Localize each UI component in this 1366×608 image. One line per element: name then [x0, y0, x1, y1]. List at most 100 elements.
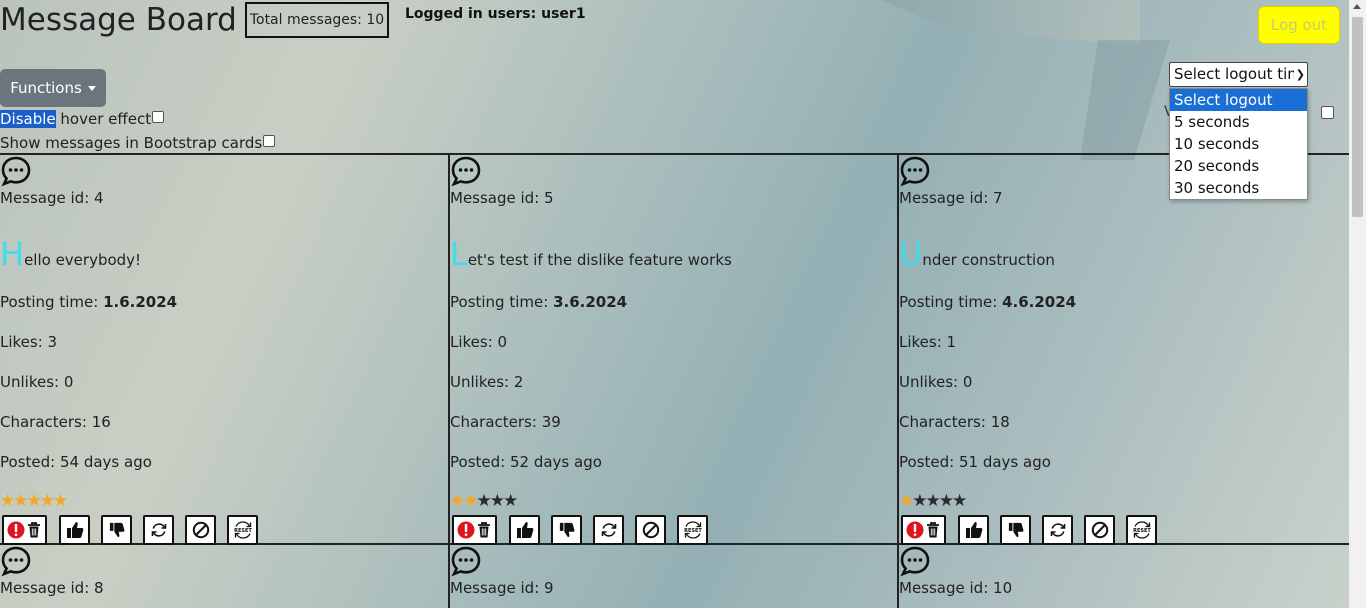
refresh-button[interactable] [593, 515, 624, 545]
message-first-letter: H [0, 235, 25, 273]
logout-time-dropdown: Select logout time 5 seconds 10 seconds … [1169, 88, 1308, 200]
report-delete-icon [905, 520, 943, 540]
logout-time-select-value: Select logout tim [1174, 65, 1302, 83]
background-decoration [880, 0, 1140, 45]
disable-hover-option: Disable hover effect [0, 110, 165, 128]
report-delete-button[interactable] [901, 515, 946, 545]
unlikes-count-value: 2 [513, 373, 524, 391]
block-icon [1091, 521, 1109, 539]
message-body: et's test if the dislike feature works [467, 251, 732, 269]
dislike-button[interactable] [101, 515, 132, 545]
block-icon [192, 521, 210, 539]
thumbs-down-icon [1008, 522, 1024, 538]
dropdown-option[interactable]: 20 seconds [1170, 155, 1307, 177]
dislike-button[interactable] [1000, 515, 1031, 545]
refresh-button[interactable] [143, 515, 174, 545]
message-id: Message id: 7 [899, 189, 1003, 207]
message-first-letter: L [450, 235, 468, 273]
likes-count: Likes: 1 [899, 333, 956, 351]
likes-count-value: 0 [497, 333, 508, 351]
star-icon[interactable]: ★ [40, 491, 55, 511]
like-button[interactable] [59, 515, 90, 545]
star-rating: ★★★★★ [0, 491, 68, 511]
likes-count-label: Likes: [450, 333, 498, 351]
reset-button[interactable]: RESET [227, 515, 258, 545]
like-button[interactable] [958, 515, 989, 545]
characters-count-label: Characters: [0, 413, 92, 431]
star-icon[interactable]: ★ [503, 491, 518, 511]
star-icon[interactable]: ★ [27, 491, 42, 511]
star-icon[interactable]: ★ [13, 491, 28, 511]
option-checkbox[interactable] [1321, 106, 1334, 119]
svg-text:RESET: RESET [1133, 528, 1151, 534]
grid-divider [0, 153, 1349, 155]
star-icon[interactable]: ★ [899, 491, 914, 511]
dislike-button[interactable] [551, 515, 582, 545]
posting-time-label: Posting time: [450, 293, 554, 311]
scrollbar[interactable] [1349, 0, 1366, 608]
logout-time-select[interactable]: Select logout tim ❯ [1169, 62, 1308, 87]
disable-hover-checkbox[interactable] [152, 111, 165, 123]
dropdown-option[interactable]: 30 seconds [1170, 177, 1307, 199]
reset-button[interactable]: RESET [1126, 515, 1157, 545]
star-icon[interactable]: ★ [463, 491, 478, 511]
posting-time: Posting time: 4.6.2024 [899, 293, 1076, 311]
message-id: Message id: 4 [0, 189, 104, 207]
functions-button[interactable]: Functions [0, 69, 106, 107]
dropdown-option[interactable]: 5 seconds [1170, 111, 1307, 133]
star-icon[interactable]: ★ [0, 491, 15, 511]
message-icon [0, 545, 32, 577]
message-icon [450, 545, 482, 577]
likes-count: Likes: 0 [450, 333, 507, 351]
message-body: nder construction [922, 251, 1055, 269]
logout-button[interactable]: Log out [1258, 6, 1340, 44]
star-icon[interactable]: ★ [952, 491, 967, 511]
bootstrap-cards-option: Show messages in Bootstrap cards [0, 134, 276, 152]
dropdown-option[interactable]: Select logout time [1170, 89, 1307, 131]
page-title: Message Board [0, 2, 237, 38]
refresh-button[interactable] [1042, 515, 1073, 545]
scroll-up-icon[interactable] [1353, 4, 1361, 9]
likes-count-label: Likes: [0, 333, 48, 351]
star-rating: ★★★★★ [899, 491, 967, 511]
message-icon [0, 155, 32, 187]
disable-hover-label-highlight: Disable [0, 110, 56, 128]
message-text: Hello everybody! [0, 235, 141, 273]
unlikes-count: Unlikes: 2 [450, 373, 523, 391]
message-id: Message id: 8 [0, 579, 104, 597]
unlikes-count: Unlikes: 0 [899, 373, 972, 391]
like-button[interactable] [509, 515, 540, 545]
message-text: Under construction [899, 235, 1055, 273]
thumbs-up-icon [66, 521, 84, 539]
block-button[interactable] [1084, 515, 1115, 545]
message-icon [899, 155, 931, 187]
report-delete-button[interactable] [452, 515, 497, 545]
message-icon [450, 155, 482, 187]
characters-count-value: 18 [990, 413, 1010, 431]
report-delete-button[interactable] [2, 515, 47, 545]
dropdown-option[interactable]: 10 seconds [1170, 133, 1307, 155]
star-icon[interactable]: ★ [912, 491, 927, 511]
posted-ago-label: Posted: [450, 453, 510, 471]
refresh-icon [600, 521, 618, 539]
star-icon[interactable]: ★ [926, 491, 941, 511]
posted-ago: Posted: 51 days ago [899, 453, 1051, 471]
refresh-icon [150, 521, 168, 539]
reset-button[interactable]: RESET [677, 515, 708, 545]
block-button[interactable] [185, 515, 216, 545]
bootstrap-cards-checkbox[interactable] [263, 135, 276, 147]
disable-hover-label: hover effect [55, 110, 152, 128]
refresh-icon [1049, 521, 1067, 539]
posted-ago-value: 54 days ago [59, 453, 152, 471]
star-icon[interactable]: ★ [53, 491, 68, 511]
posted-ago-value: 52 days ago [509, 453, 602, 471]
star-icon[interactable]: ★ [490, 491, 505, 511]
posted-ago: Posted: 52 days ago [450, 453, 602, 471]
star-icon[interactable]: ★ [477, 491, 492, 511]
block-button[interactable] [635, 515, 666, 545]
star-icon[interactable]: ★ [450, 491, 465, 511]
star-icon[interactable]: ★ [939, 491, 954, 511]
scrollbar-thumb[interactable] [1352, 17, 1363, 217]
message-icon [899, 545, 931, 577]
message-text: Let's test if the dislike feature works [450, 235, 732, 273]
